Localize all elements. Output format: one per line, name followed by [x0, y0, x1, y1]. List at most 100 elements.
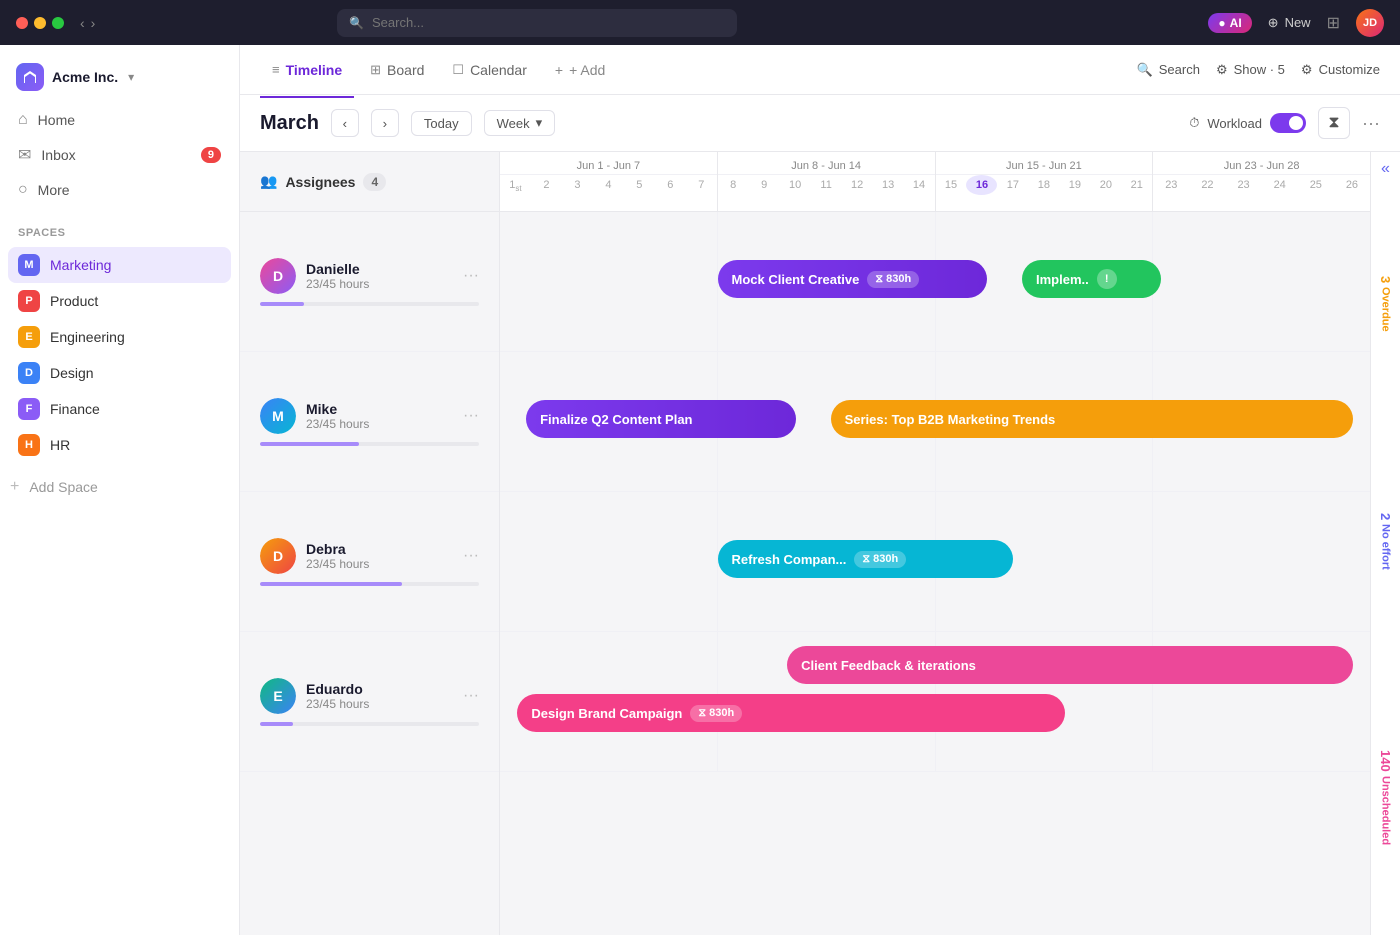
more-label: More — [38, 182, 70, 198]
grid-body: Mock Client Creative ⧖ 830h Implem.. ! — [500, 212, 1370, 772]
task-series-b2b[interactable]: Series: Top B2B Marketing Trends — [831, 400, 1353, 438]
task-label: Design Brand Campaign — [531, 706, 682, 721]
calendar-icon: ☐ — [452, 62, 464, 78]
sidebar-item-engineering[interactable]: E Engineering — [8, 319, 231, 355]
plus-icon: + — [555, 62, 563, 78]
task-finalize-q2[interactable]: Finalize Q2 Content Plan — [526, 400, 796, 438]
sidebar-item-design[interactable]: D Design — [8, 355, 231, 391]
close-button[interactable] — [16, 17, 28, 29]
tab-calendar[interactable]: ☐ Calendar — [440, 56, 538, 84]
assignee-row-mike: M Mike 23/45 hours ··· — [240, 352, 499, 492]
engineering-dot: E — [18, 326, 40, 348]
day-23b: 23 — [1226, 175, 1262, 195]
user-avatar[interactable]: JD — [1356, 9, 1384, 37]
nav-item-home[interactable]: ⌂ Home — [8, 103, 231, 137]
calendar-grid: Jun 1 - Jun 7 1st 2 3 4 5 6 7 — [500, 152, 1370, 935]
show-label: Show · 5 — [1234, 62, 1285, 77]
sidebar-item-finance[interactable]: F Finance — [8, 391, 231, 427]
day-13: 13 — [873, 175, 904, 195]
prev-month-button[interactable]: ‹ — [331, 109, 359, 137]
sidebar-item-product[interactable]: P Product — [8, 283, 231, 319]
maximize-button[interactable] — [52, 17, 64, 29]
unscheduled-label[interactable]: 140 Unscheduled — [1371, 742, 1400, 853]
sidebar: Acme Inc. ▾ ⌂ Home ✉ Inbox 9 ○ More Spac… — [0, 45, 240, 935]
avatar-eduardo: E — [260, 678, 296, 714]
days-row-3: 15 16 17 18 19 20 21 — [936, 175, 1153, 195]
new-button[interactable]: ⊕ New — [1268, 15, 1311, 31]
sidebar-item-hr[interactable]: H HR — [8, 427, 231, 463]
assignees-column: 👥 Assignees 4 D Danielle 23/45 hours — [240, 152, 500, 935]
back-button[interactable]: ‹ — [80, 15, 85, 31]
week-group-3: Jun 15 - Jun 21 15 16 17 18 19 20 21 — [936, 152, 1154, 211]
more-options-danielle[interactable]: ··· — [463, 267, 479, 285]
timeline-tab-label: Timeline — [286, 62, 343, 78]
more-options-button[interactable]: ··· — [1362, 113, 1380, 134]
task-label: Client Feedback & iterations — [801, 658, 976, 673]
inbox-badge: 9 — [201, 147, 221, 163]
more-options-mike[interactable]: ··· — [463, 407, 479, 425]
noeffort-count: 2 — [1378, 513, 1393, 520]
next-month-button[interactable]: › — [371, 109, 399, 137]
task-implement[interactable]: Implem.. ! — [1022, 260, 1161, 298]
top-nav: ≡ Timeline ⊞ Board ☐ Calendar + + Add 🔍 … — [240, 45, 1400, 95]
noeffort-label[interactable]: 2 No effort — [1371, 505, 1400, 578]
today-button[interactable]: Today — [411, 111, 472, 136]
url-bar[interactable]: 🔍 — [337, 9, 737, 37]
chevron-down-icon: ▾ — [536, 115, 543, 131]
workload-toggle[interactable]: ⏱ Workload — [1189, 113, 1306, 133]
add-space-label: Add Space — [29, 479, 98, 495]
show-button[interactable]: ⚙ Show · 5 — [1216, 62, 1285, 78]
avatar-debra: D — [260, 538, 296, 574]
task-design-brand[interactable]: Design Brand Campaign ⧖ 830h — [517, 694, 1065, 732]
overdue-label[interactable]: 3 Overdue — [1371, 268, 1400, 340]
day-2: 2 — [531, 175, 562, 197]
day-20: 20 — [1090, 175, 1121, 195]
progress-bar-debra — [260, 582, 402, 586]
filter-button[interactable]: ⧗ — [1318, 107, 1350, 139]
workspace-header[interactable]: Acme Inc. ▾ — [0, 57, 239, 103]
people-icon: 👥 — [260, 173, 277, 190]
workload-toggle-switch[interactable] — [1270, 113, 1306, 133]
avatar-danielle: D — [260, 258, 296, 294]
more-options-eduardo[interactable]: ··· — [463, 687, 479, 705]
week-label-1: Jun 1 - Jun 7 — [500, 152, 717, 175]
assignee-row-debra: D Debra 23/45 hours ··· — [240, 492, 499, 632]
minimize-button[interactable] — [34, 17, 46, 29]
workload-label: Workload — [1207, 116, 1262, 131]
customize-label: Customize — [1319, 62, 1380, 77]
week-selector[interactable]: Week ▾ — [484, 110, 556, 136]
customize-button[interactable]: ⚙ Customize — [1301, 62, 1380, 78]
side-labels: 3 Overdue 2 No effort 140 Unscheduled — [1371, 186, 1400, 935]
day-7: 7 — [686, 175, 717, 197]
workspace-name: Acme Inc. — [52, 69, 118, 85]
more-options-debra[interactable]: ··· — [463, 547, 479, 565]
nav-item-inbox[interactable]: ✉ Inbox 9 — [8, 137, 231, 173]
tab-timeline[interactable]: ≡ Timeline — [260, 56, 354, 84]
day-16: 16 — [966, 175, 997, 195]
overdue-text: Overdue — [1380, 287, 1392, 332]
task-refresh-company[interactable]: Refresh Compan... ⧖ 830h — [718, 540, 1014, 578]
tab-board[interactable]: ⊞ Board — [358, 56, 436, 84]
nav-item-more[interactable]: ○ More — [8, 173, 231, 207]
design-label: Design — [50, 365, 94, 381]
add-tab-button[interactable]: + + Add — [543, 56, 617, 84]
timeline-grid-area: 👥 Assignees 4 D Danielle 23/45 hours — [240, 152, 1400, 935]
search-button[interactable]: 🔍 Search — [1137, 62, 1200, 78]
progress-eduardo — [260, 722, 479, 726]
task-client-feedback[interactable]: Client Feedback & iterations — [787, 646, 1353, 684]
task-hours: ⧖ 830h — [690, 705, 742, 722]
task-label: Refresh Compan... — [732, 552, 847, 567]
collapse-button[interactable]: « — [1371, 152, 1400, 186]
progress-bar-eduardo — [260, 722, 293, 726]
calendar-tab-label: Calendar — [470, 62, 527, 78]
url-input[interactable] — [372, 15, 725, 30]
forward-button[interactable]: › — [91, 15, 96, 31]
ai-badge[interactable]: ● AI — [1208, 13, 1251, 33]
home-label: Home — [38, 112, 75, 128]
task-mock-client[interactable]: Mock Client Creative ⧖ 830h — [718, 260, 988, 298]
add-space-button[interactable]: + Add Space — [0, 471, 239, 503]
filter-icon: ⧗ — [1328, 114, 1339, 132]
grid-icon[interactable]: ⊞ — [1327, 13, 1340, 33]
timeline-right: ⏱ Workload ⧗ ··· — [1189, 107, 1380, 139]
sidebar-item-marketing[interactable]: M Marketing — [8, 247, 231, 283]
